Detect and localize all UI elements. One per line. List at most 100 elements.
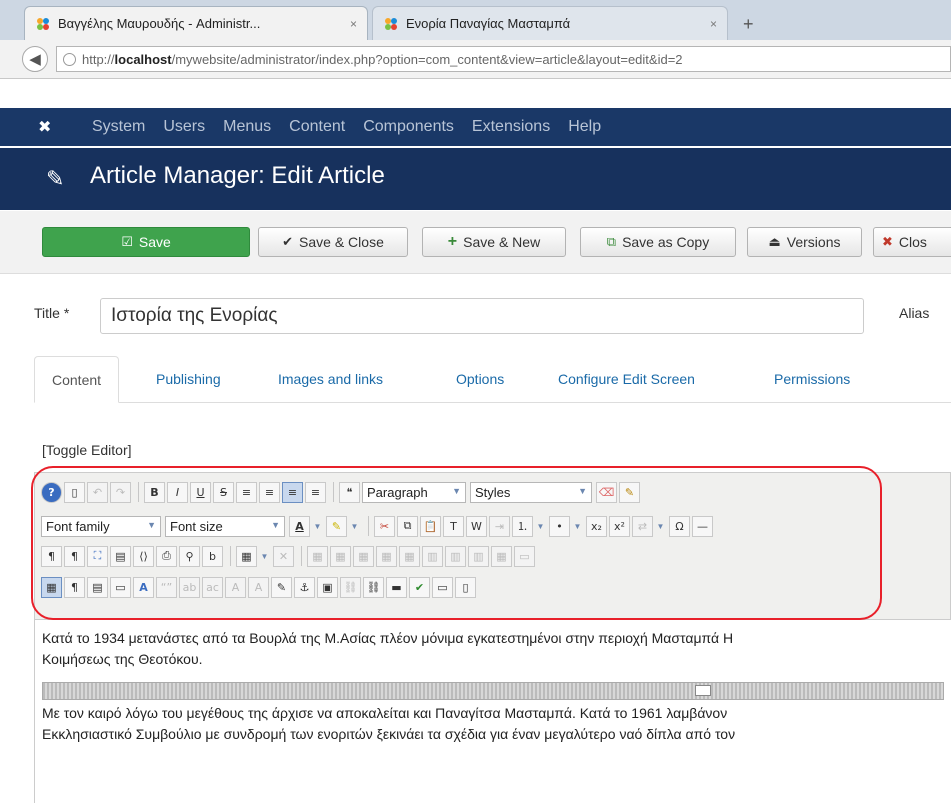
style-props-icon[interactable]: A: [133, 576, 154, 598]
tab-images-links[interactable]: Images and links: [278, 356, 383, 402]
delete-table-icon[interactable]: ✕: [273, 545, 294, 567]
toggle-editor-link[interactable]: [Toggle Editor]: [42, 442, 132, 458]
unordered-list-icon[interactable]: •: [549, 515, 570, 537]
tab-content[interactable]: Content: [34, 356, 120, 403]
align-right-icon[interactable]: ≡: [305, 481, 326, 503]
new-document-icon[interactable]: ▯: [64, 481, 85, 503]
browser-tab-site[interactable]: Ενορία Παναγίας Μασταμπά ×: [372, 6, 728, 40]
joomla-logo-icon[interactable]: ✖: [38, 117, 51, 137]
editor-content[interactable]: Κατά το 1934 μετανάστες από τα Βουρλά τη…: [34, 620, 951, 803]
align-justify-icon[interactable]: ≡: [236, 481, 257, 503]
format-select[interactable]: Paragraph ▼: [362, 481, 466, 503]
show-blocks-icon[interactable]: ¶: [64, 576, 85, 598]
chevron-down-icon[interactable]: ▼: [349, 516, 360, 537]
delete-col-icon[interactable]: ▥: [468, 545, 489, 567]
unlink-icon[interactable]: ⛓: [340, 576, 361, 598]
attributes-icon[interactable]: ✎: [271, 576, 292, 598]
preview-icon[interactable]: ▤: [110, 545, 131, 567]
underline-icon[interactable]: U: [190, 481, 211, 503]
tab-configure-edit-screen[interactable]: Configure Edit Screen: [558, 356, 695, 402]
menu-users[interactable]: Users: [163, 118, 205, 136]
chevron-down-icon[interactable]: ▼: [655, 516, 666, 537]
close-tab-icon[interactable]: ×: [350, 17, 357, 31]
ltr-icon[interactable]: ¶: [41, 545, 62, 567]
direction-icon[interactable]: ⇄: [632, 515, 653, 537]
browser-tab-admin[interactable]: Βαγγέλης Μαυρουδής - Administr... ×: [24, 6, 368, 40]
tab-permissions[interactable]: Permissions: [774, 356, 850, 402]
strikethrough-icon[interactable]: S: [213, 481, 234, 503]
undo-icon[interactable]: ↶: [87, 481, 108, 503]
styles-select[interactable]: Styles ▼: [470, 481, 592, 503]
back-button[interactable]: ◀: [22, 46, 48, 72]
split-cells-icon[interactable]: ▦: [491, 545, 512, 567]
highlight-color-icon[interactable]: ✎: [326, 515, 347, 537]
anchor-icon[interactable]: ⚓: [294, 576, 315, 598]
menu-menus[interactable]: Menus: [223, 118, 271, 136]
delete-row-icon[interactable]: ▦: [399, 545, 420, 567]
visual-aid-icon[interactable]: ▦: [41, 576, 62, 598]
subscript-icon[interactable]: x₂: [586, 515, 607, 537]
acronym-icon[interactable]: ac: [202, 576, 223, 598]
horizontal-rule-icon[interactable]: —: [692, 515, 713, 537]
help-icon[interactable]: ?: [41, 481, 62, 503]
italic-icon[interactable]: I: [167, 481, 188, 503]
versions-button[interactable]: ⏏ Versions: [747, 227, 862, 257]
eraser-icon[interactable]: ⌫: [596, 481, 617, 503]
copy-icon[interactable]: ⧉: [397, 515, 418, 537]
search-icon[interactable]: ⚲: [179, 545, 200, 567]
delete-text-icon[interactable]: A: [225, 576, 246, 598]
chevron-down-icon[interactable]: ▼: [572, 516, 583, 537]
font-family-select[interactable]: Font family ▼: [41, 515, 161, 537]
redo-icon[interactable]: ↷: [110, 481, 131, 503]
save-copy-button[interactable]: ⧉ Save as Copy: [580, 227, 736, 257]
close-tab-icon[interactable]: ×: [710, 17, 717, 31]
align-left-icon[interactable]: ≡: [282, 481, 303, 503]
insert-col-before-icon[interactable]: ▥: [422, 545, 443, 567]
table-icon[interactable]: ▦: [236, 545, 257, 567]
tab-publishing[interactable]: Publishing: [156, 356, 221, 402]
font-size-select[interactable]: Font size ▼: [165, 515, 285, 537]
bold-icon[interactable]: B: [144, 481, 165, 503]
template-icon[interactable]: ▤: [87, 576, 108, 598]
layer-icon[interactable]: ▭: [110, 576, 131, 598]
chevron-down-icon[interactable]: ▼: [259, 546, 270, 567]
media-icon[interactable]: ▬: [386, 576, 407, 598]
chevron-down-icon[interactable]: ▼: [535, 516, 546, 537]
fullscreen-icon[interactable]: ⛶: [87, 545, 108, 567]
save-new-button[interactable]: + Save & New: [422, 227, 566, 257]
rtl-icon[interactable]: ¶: [64, 545, 85, 567]
pagebreak-icon[interactable]: ▭: [432, 576, 453, 598]
indent-icon[interactable]: ⇥: [489, 515, 510, 537]
abbr-icon[interactable]: ab: [179, 576, 200, 598]
new-tab-button[interactable]: +: [743, 14, 754, 35]
cell-props-icon[interactable]: ▦: [307, 545, 328, 567]
align-center-icon[interactable]: ≡: [259, 481, 280, 503]
superscript-icon[interactable]: x²: [609, 515, 630, 537]
link-icon[interactable]: ⛓: [363, 576, 384, 598]
source-code-icon[interactable]: ⟨⟩: [133, 545, 154, 567]
menu-components[interactable]: Components: [363, 118, 454, 136]
row-props-icon[interactable]: ▦: [330, 545, 351, 567]
paste-text-icon[interactable]: T: [443, 515, 464, 537]
paste-word-icon[interactable]: W: [466, 515, 487, 537]
close-button[interactable]: ✖ Clos: [873, 227, 951, 257]
replace-icon[interactable]: b: [202, 545, 223, 567]
cut-icon[interactable]: ✂: [374, 515, 395, 537]
merge-cells-icon[interactable]: ▭: [514, 545, 535, 567]
blockquote-icon[interactable]: ❝: [339, 481, 360, 503]
chevron-down-icon[interactable]: ▼: [312, 516, 323, 537]
tab-options[interactable]: Options: [456, 356, 504, 402]
insert-row-after-icon[interactable]: ▦: [376, 545, 397, 567]
save-button[interactable]: ☑ Save: [42, 227, 250, 257]
insert-col-after-icon[interactable]: ▥: [445, 545, 466, 567]
special-char-icon[interactable]: Ω: [669, 515, 690, 537]
spellcheck-icon[interactable]: ✔: [409, 576, 430, 598]
image-icon[interactable]: ▣: [317, 576, 338, 598]
cite-icon[interactable]: “”: [156, 576, 177, 598]
insert-text-icon[interactable]: A: [248, 576, 269, 598]
readmore-icon[interactable]: ▯: [455, 576, 476, 598]
clean-brush-icon[interactable]: ✎: [619, 481, 640, 503]
print-icon[interactable]: ⎙: [156, 545, 177, 567]
ordered-list-icon[interactable]: ⒈: [512, 515, 533, 537]
menu-extensions[interactable]: Extensions: [472, 118, 550, 136]
